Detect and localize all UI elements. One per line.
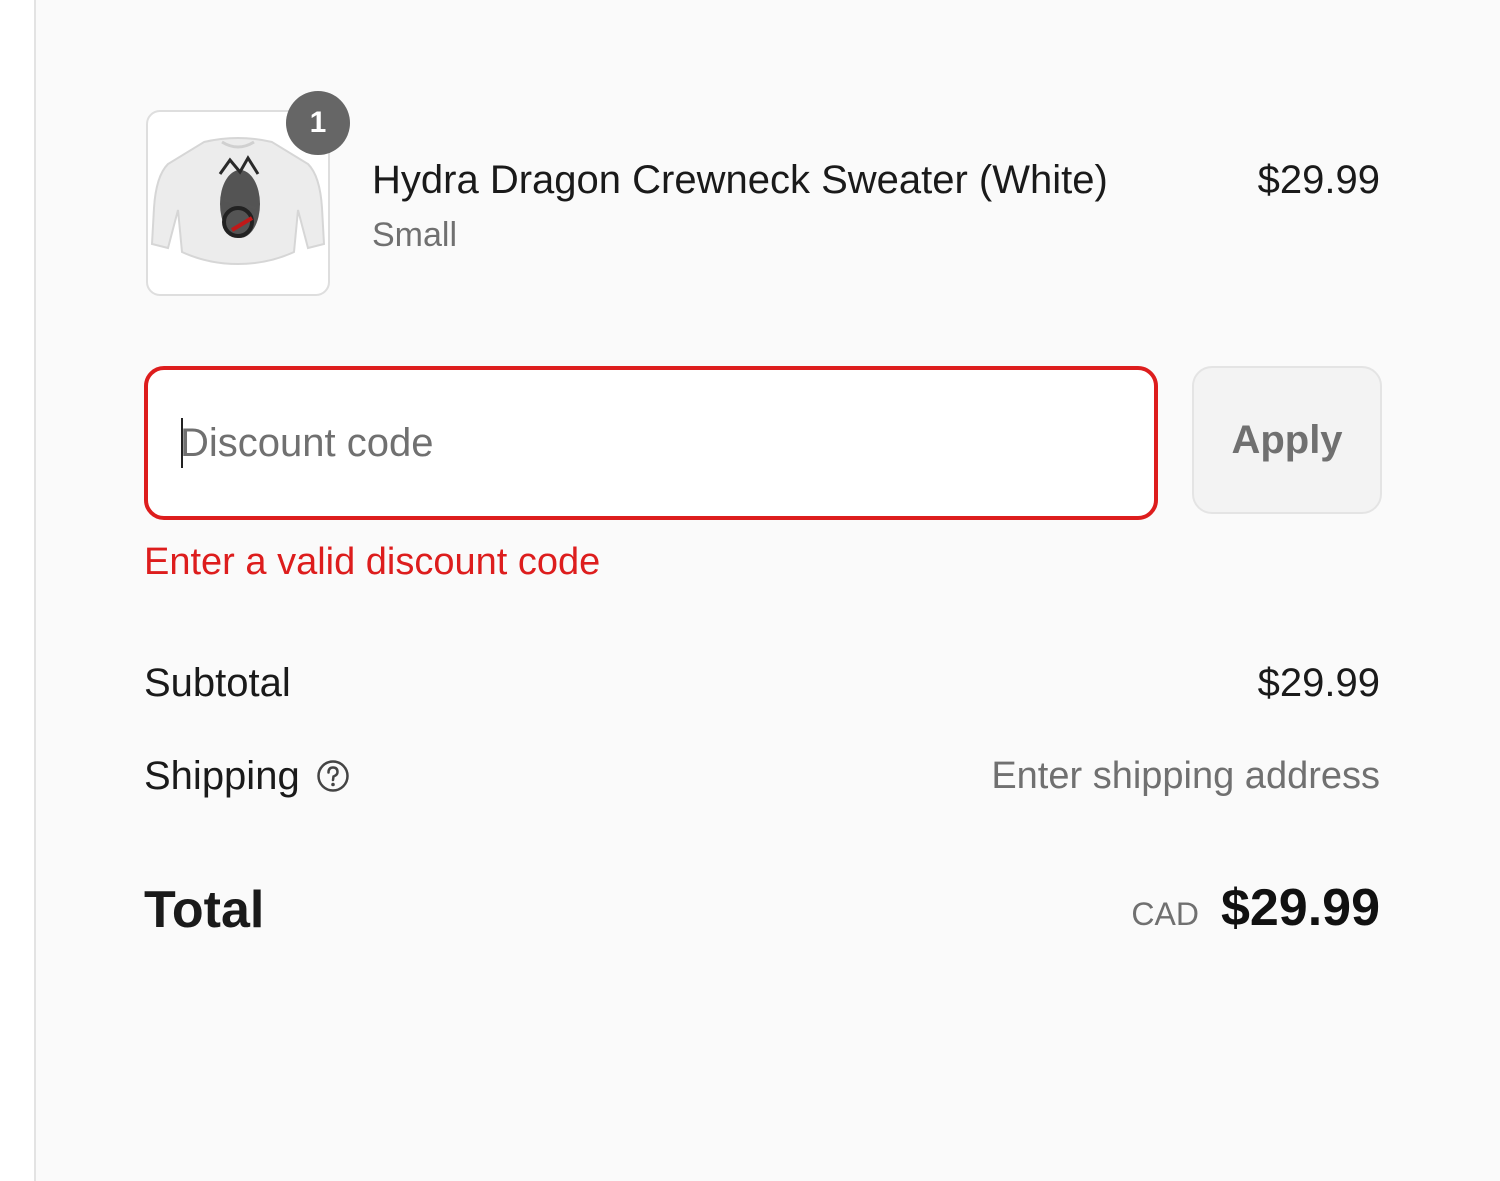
shipping-row-label: Shipping (144, 751, 350, 801)
product-variant: Small (372, 216, 458, 254)
text-caret (181, 418, 183, 468)
product-price: $29.99 (1257, 158, 1380, 202)
shipping-label: Shipping (144, 754, 300, 798)
total-label: Total (144, 881, 265, 939)
total-amount: $29.99 (1220, 879, 1380, 937)
discount-error-message: Enter a valid discount code (144, 541, 601, 583)
help-icon[interactable] (316, 759, 350, 793)
total-value-group: CAD $29.99 (1131, 878, 1380, 938)
discount-code-input[interactable] (180, 370, 1120, 516)
subtotal-value: $29.99 (1257, 661, 1380, 705)
currency-code: CAD (1131, 896, 1199, 932)
subtotal-label: Subtotal (144, 661, 291, 705)
line-item-thumbnail: 1 (146, 91, 350, 296)
apply-discount-button[interactable]: Apply (1192, 366, 1382, 514)
shipping-value: Enter shipping address (991, 755, 1380, 797)
quantity-badge: 1 (286, 91, 350, 155)
order-summary-panel: 1 Hydra Dragon Crewneck Sweater (White) … (34, 0, 1500, 1181)
product-name: Hydra Dragon Crewneck Sweater (White) (372, 158, 1108, 202)
discount-code-field[interactable] (144, 366, 1158, 520)
